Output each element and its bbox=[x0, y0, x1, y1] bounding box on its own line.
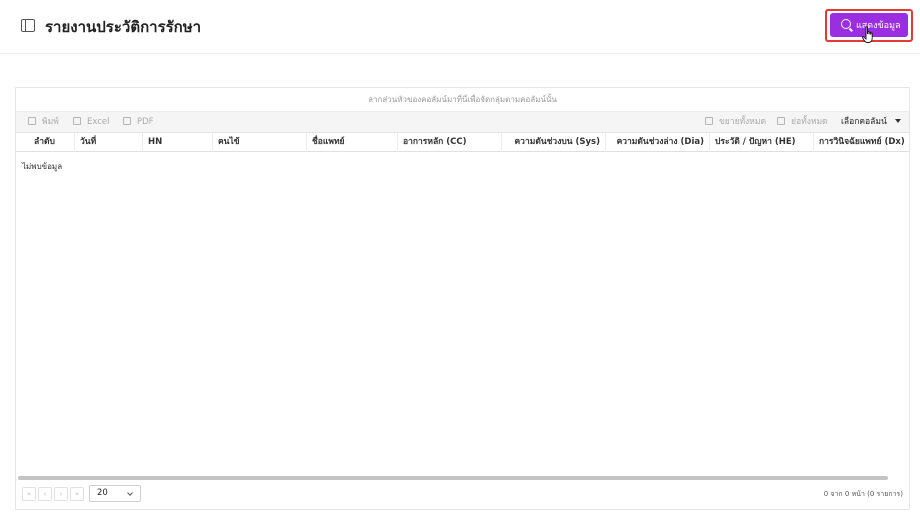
scrollbar-thumb[interactable] bbox=[18, 476, 888, 480]
group-panel-hint: ลากส่วนหัวของคอลัมน์มาที่นี่เพื่อจัดกลุ่… bbox=[368, 95, 557, 104]
collapse-all-label: ย่อทั้งหมด bbox=[791, 117, 828, 127]
horizontal-scrollbar[interactable] bbox=[16, 476, 909, 480]
search-icon bbox=[841, 19, 851, 29]
pdf-icon bbox=[123, 117, 131, 125]
printer-icon bbox=[28, 117, 36, 125]
print-button[interactable]: พิมพ์ bbox=[28, 112, 59, 133]
first-page-button[interactable]: « bbox=[22, 487, 36, 501]
column-header-hn[interactable]: HN bbox=[143, 133, 213, 152]
column-header-diagnosis[interactable]: การวินิจฉัยแพทย์ (Dx) bbox=[814, 133, 909, 152]
column-header-date[interactable]: วันที่ bbox=[75, 133, 143, 152]
column-header-history[interactable]: ประวัติ / ปัญหา (HE) bbox=[710, 133, 814, 152]
caret-down-icon bbox=[894, 119, 901, 123]
column-header-systolic[interactable]: ความดันช่วงบน (Sys) bbox=[502, 133, 606, 152]
table-header-row: ลำดับ วันที่ HN คนไข้ ชื่อแพทย์ อาการหลั… bbox=[16, 133, 909, 152]
chevron-down-icon bbox=[127, 490, 133, 496]
excel-icon bbox=[73, 117, 81, 125]
select-columns-dropdown[interactable]: เลือกคอลัมน์ bbox=[841, 112, 901, 133]
expand-all-button[interactable]: ขยายทั้งหมด bbox=[705, 112, 766, 133]
prev-page-button[interactable]: ‹ bbox=[38, 487, 52, 501]
no-data-message: ไม่พบข้อมูล bbox=[22, 162, 63, 171]
collapse-icon bbox=[777, 117, 785, 125]
data-grid: ลากส่วนหัวของคอลัมน์มาที่นี่เพื่อจัดกลุ่… bbox=[15, 87, 910, 510]
column-header-chief-complaint[interactable]: อาการหลัก (CC) bbox=[398, 133, 502, 152]
pdf-button[interactable]: PDF bbox=[123, 112, 154, 133]
print-label: พิมพ์ bbox=[42, 117, 59, 127]
page-header: รายงานประวัติการรักษา แสดงข้อมูล bbox=[0, 0, 920, 54]
pager-status: 0 จาก 0 หน้า (0 รายการ) bbox=[823, 490, 903, 498]
last-page-button[interactable]: » bbox=[70, 487, 84, 501]
select-columns-label: เลือกคอลัมน์ bbox=[841, 117, 887, 127]
column-header-diastolic[interactable]: ความดันช่วงล่าง (Dia) bbox=[606, 133, 710, 152]
expand-all-label: ขยายทั้งหมด bbox=[719, 117, 767, 127]
hand-cursor-icon bbox=[862, 26, 873, 43]
page-size-value: 20 bbox=[97, 488, 108, 498]
page-size-select[interactable]: 20 bbox=[89, 485, 141, 502]
sidebar-toggle-icon[interactable] bbox=[21, 19, 35, 32]
column-header-patient[interactable]: คนไข้ bbox=[213, 133, 307, 152]
next-page-button[interactable]: › bbox=[54, 487, 68, 501]
pdf-label: PDF bbox=[137, 117, 154, 127]
column-header-doctor[interactable]: ชื่อแพทย์ bbox=[307, 133, 398, 152]
grid-toolbar: พิมพ์ Excel PDF ขยายทั้งหมด ย่อทั้งหมด เ… bbox=[16, 112, 909, 133]
collapse-all-button[interactable]: ย่อทั้งหมด bbox=[777, 112, 828, 133]
column-header-order[interactable]: ลำดับ bbox=[16, 133, 75, 152]
group-panel[interactable]: ลากส่วนหัวของคอลัมน์มาที่นี่เพื่อจัดกลุ่… bbox=[16, 88, 909, 112]
excel-label: Excel bbox=[87, 117, 110, 127]
page-title: รายงานประวัติการรักษา bbox=[45, 18, 202, 36]
expand-icon bbox=[705, 117, 713, 125]
excel-button[interactable]: Excel bbox=[73, 112, 110, 133]
